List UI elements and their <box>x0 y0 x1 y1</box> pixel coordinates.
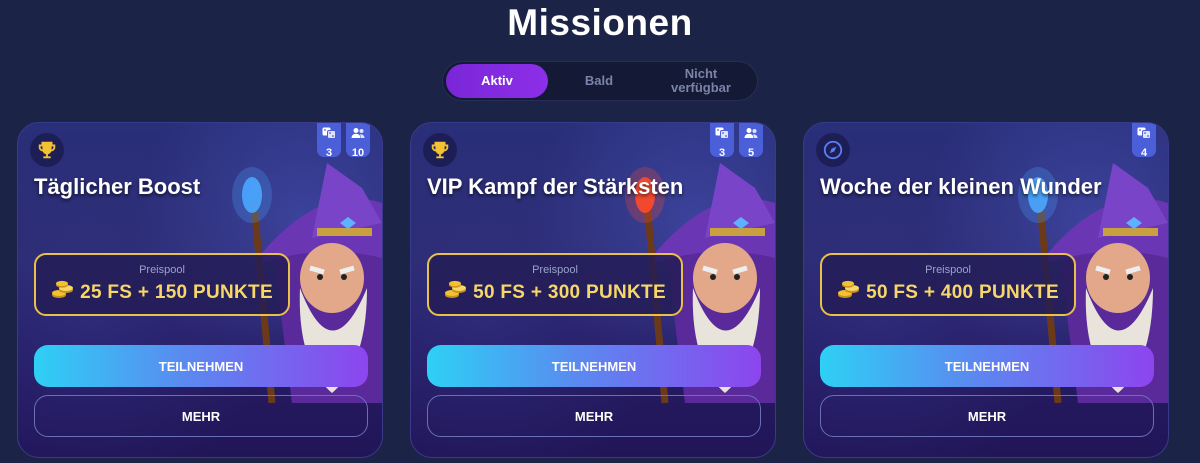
mission-card: 3 5 VIP Kampf der Stärksten Preispool 50 FS … <box>410 122 776 458</box>
participants-count-badge: 10 <box>346 123 370 159</box>
prize-pool-value: 50 FS + 400 PUNKTE <box>866 281 1059 303</box>
prize-pool-label: Preispool <box>139 264 185 276</box>
tab-bald[interactable]: Bald <box>548 64 650 98</box>
prize-pool-box: Preispool 50 FS + 300 PUNKTE <box>427 253 683 316</box>
users-icon <box>351 126 365 144</box>
join-button[interactable]: TEILNEHMEN <box>820 345 1154 387</box>
more-button[interactable]: MEHR <box>34 395 368 437</box>
tab-aktiv[interactable]: Aktiv <box>446 64 548 98</box>
card-badges: 4 <box>1132 123 1156 159</box>
card-badges: 3 10 <box>317 123 370 159</box>
dice-icon <box>1137 126 1151 144</box>
prize-pool-label: Preispool <box>532 264 578 276</box>
dice-icon <box>322 126 336 144</box>
coins-icon <box>51 280 75 305</box>
more-button[interactable]: MEHR <box>820 395 1154 437</box>
prize-pool-value: 25 FS + 150 PUNKTE <box>80 281 273 303</box>
badge-value: 10 <box>351 147 365 159</box>
participants-count-badge: 5 <box>739 123 763 159</box>
badge-value: 3 <box>718 147 726 159</box>
games-count-badge: 4 <box>1132 123 1156 159</box>
prize-pool-box: Preispool 25 FS + 150 PUNKTE <box>34 253 290 316</box>
join-button[interactable]: TEILNEHMEN <box>427 345 761 387</box>
prize-pool-box: Preispool 50 FS + 400 PUNKTE <box>820 253 1076 316</box>
prize-pool-label: Preispool <box>925 264 971 276</box>
badge-value: 3 <box>325 147 333 159</box>
mission-card: 3 10 Täglicher Boost Preispool 25 FS + 150 P… <box>17 122 383 458</box>
coins-icon <box>837 280 861 305</box>
badge-value: 4 <box>1140 147 1148 159</box>
users-icon <box>744 126 758 144</box>
more-button[interactable]: MEHR <box>427 395 761 437</box>
mission-title: Täglicher Boost <box>34 174 201 199</box>
trophy-icon <box>30 133 64 167</box>
mission-title: Woche der kleinen Wunder <box>820 174 1102 199</box>
games-count-badge: 3 <box>317 123 341 159</box>
mission-card: 4 Woche der kleinen Wunder Preispool 50 FS … <box>803 122 1169 458</box>
page-title: Missionen <box>507 2 693 43</box>
prize-pool-value: 50 FS + 300 PUNKTE <box>473 281 666 303</box>
dice-icon <box>715 126 729 144</box>
badge-value: 5 <box>747 147 755 159</box>
trophy-icon <box>423 133 457 167</box>
games-count-badge: 3 <box>710 123 734 159</box>
compass-icon <box>816 133 850 167</box>
tab-nicht-verfuegbar[interactable]: Nicht verfügbar <box>650 64 752 98</box>
card-badges: 35 <box>710 123 763 159</box>
mission-title: VIP Kampf der Stärksten <box>427 174 684 199</box>
coins-icon <box>444 280 468 305</box>
join-button[interactable]: TEILNEHMEN <box>34 345 368 387</box>
mission-tabs: Aktiv Bald Nicht verfügbar <box>442 61 758 101</box>
